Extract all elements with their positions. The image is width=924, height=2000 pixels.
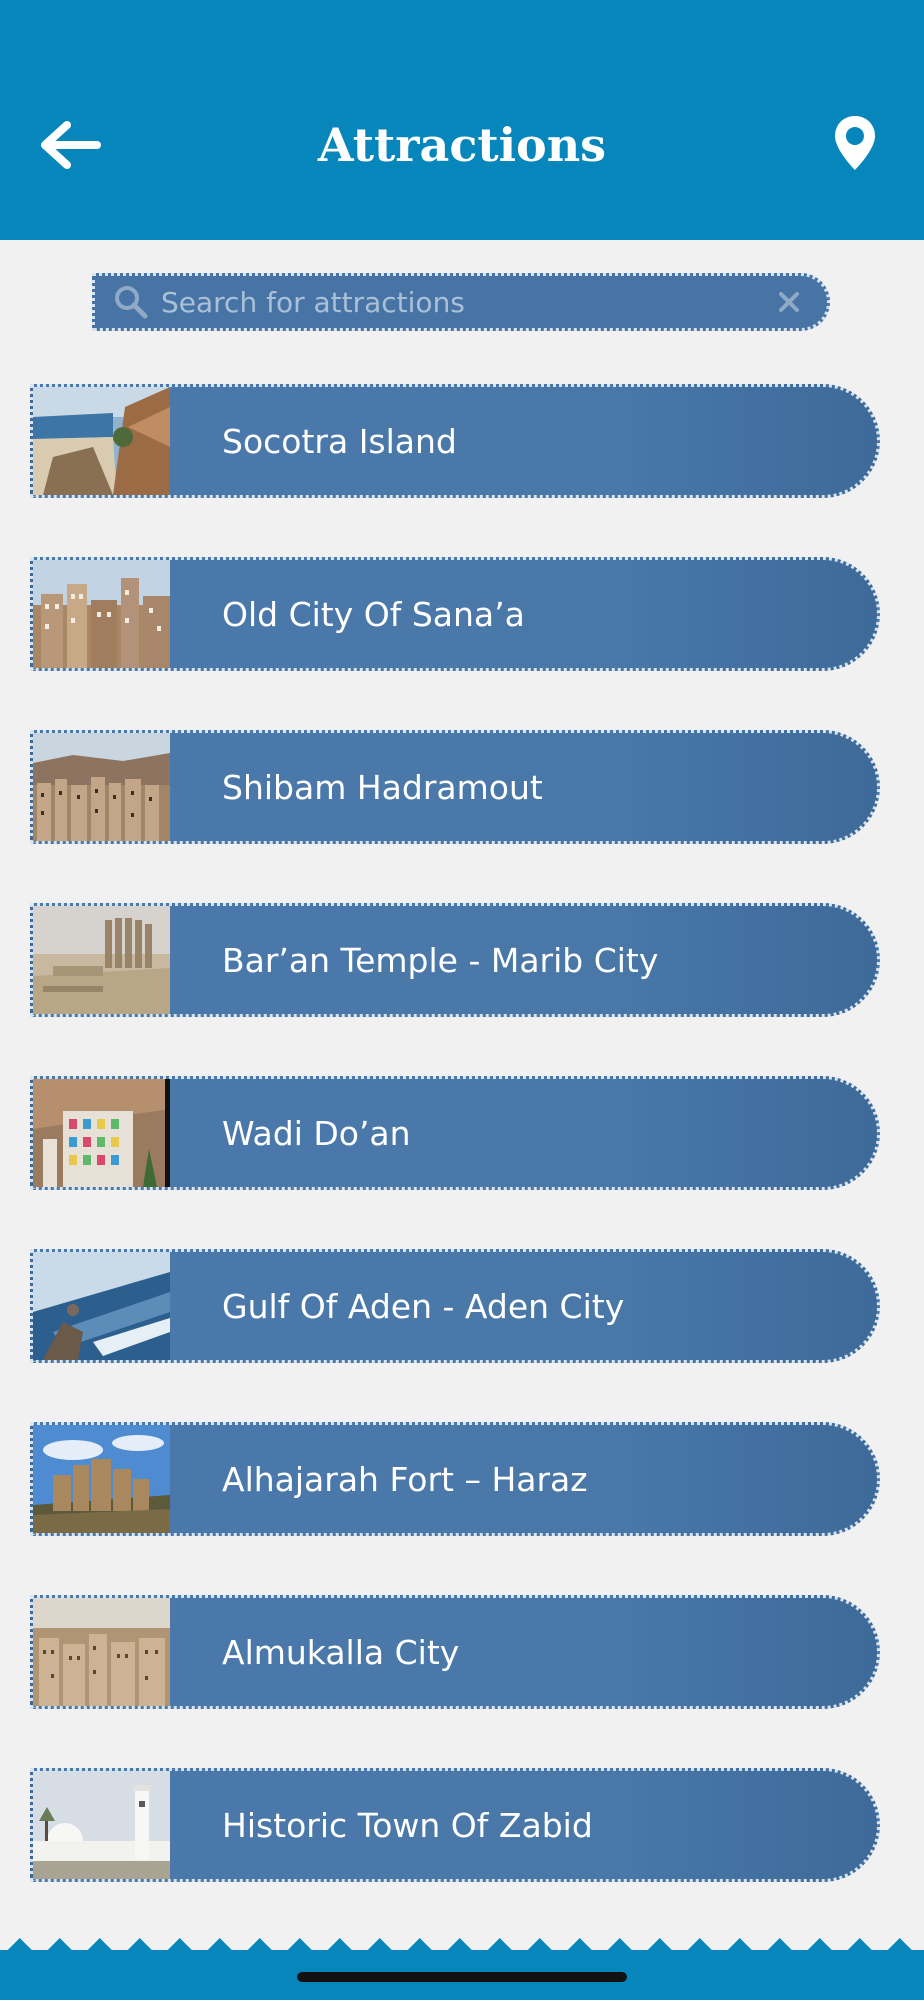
list-item[interactable]: Shibam Hadramout	[30, 730, 880, 844]
header-bar: Attractions	[0, 0, 924, 240]
attraction-thumbnail	[33, 906, 170, 1014]
list-item[interactable]: Almukalla City	[30, 1595, 880, 1709]
attractions-list: Socotra Island Old City Of Sana’a Shibam…	[30, 384, 880, 1941]
list-item[interactable]: Historic Town Of Zabid	[30, 1768, 880, 1882]
attraction-thumbnail	[33, 387, 170, 495]
map-pin-icon	[835, 116, 875, 170]
attraction-label: Almukalla City	[222, 1632, 460, 1672]
attraction-label: Socotra Island	[222, 421, 457, 461]
attraction-thumbnail	[33, 1771, 170, 1879]
attraction-label: Wadi Do’an	[222, 1113, 411, 1153]
list-item[interactable]: Old City Of Sana’a	[30, 557, 880, 671]
page-title: Attractions	[317, 118, 607, 172]
attraction-label: Historic Town Of Zabid	[222, 1805, 593, 1845]
attraction-thumbnail	[33, 1252, 170, 1360]
list-item[interactable]: Socotra Island	[30, 384, 880, 498]
attraction-label: Gulf Of Aden - Aden City	[222, 1286, 625, 1326]
search-input[interactable]	[161, 285, 769, 319]
attraction-label: Shibam Hadramout	[222, 767, 543, 807]
attraction-thumbnail	[33, 733, 170, 841]
clear-search-button[interactable]	[769, 282, 809, 322]
home-indicator[interactable]	[297, 1972, 627, 1982]
header-zigzag-edge	[0, 214, 924, 242]
list-item[interactable]: Bar’an Temple - Marib City	[30, 903, 880, 1017]
attraction-label: Bar’an Temple - Marib City	[222, 940, 659, 980]
attraction-thumbnail	[33, 1425, 170, 1533]
search-icon	[115, 286, 148, 319]
attraction-thumbnail	[33, 560, 170, 668]
list-item[interactable]: Gulf Of Aden - Aden City	[30, 1249, 880, 1363]
attraction-thumbnail	[33, 1598, 170, 1706]
attraction-label: Old City Of Sana’a	[222, 594, 525, 634]
map-button[interactable]	[820, 106, 890, 180]
search-bar[interactable]	[92, 273, 830, 331]
list-item[interactable]: Alhajarah Fort – Haraz	[30, 1422, 880, 1536]
attraction-thumbnail	[33, 1079, 170, 1187]
close-icon	[779, 292, 799, 312]
attraction-label: Alhajarah Fort – Haraz	[222, 1459, 588, 1499]
list-item[interactable]: Wadi Do’an	[30, 1076, 880, 1190]
